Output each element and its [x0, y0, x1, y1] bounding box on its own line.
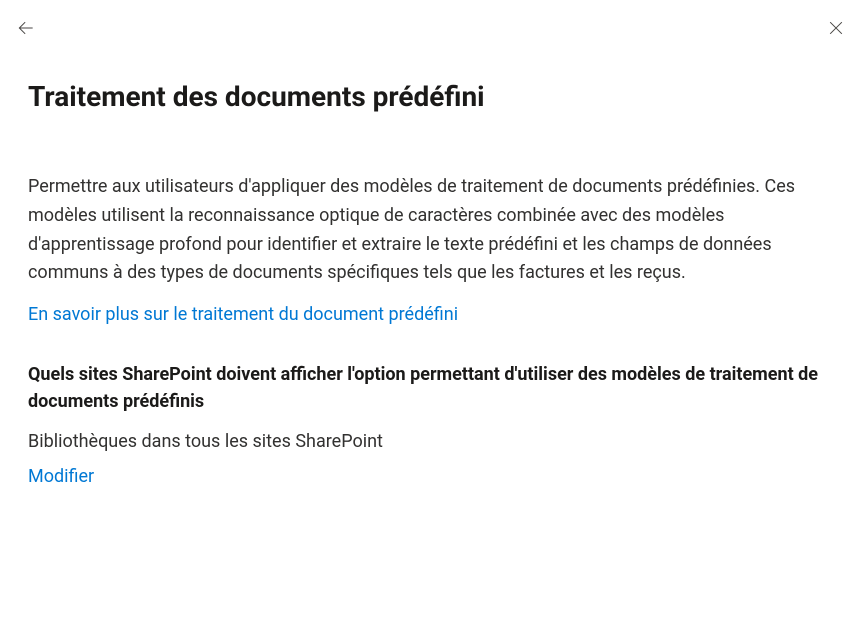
description-text: Permettre aux utilisateurs d'appliquer d…: [28, 173, 840, 288]
page-title: Traitement des documents prédéfini: [28, 80, 840, 113]
arrow-left-icon: [16, 18, 36, 38]
back-button[interactable]: [14, 16, 38, 40]
edit-link[interactable]: Modifier: [28, 466, 94, 487]
setting-value: Bibliothèques dans tous les sites ShareP…: [28, 431, 840, 452]
close-icon: [826, 18, 846, 38]
sites-subheading: Quels sites SharePoint doivent afficher …: [28, 361, 840, 415]
learn-more-link[interactable]: En savoir plus sur le traitement du docu…: [28, 304, 458, 325]
close-button[interactable]: [824, 16, 848, 40]
